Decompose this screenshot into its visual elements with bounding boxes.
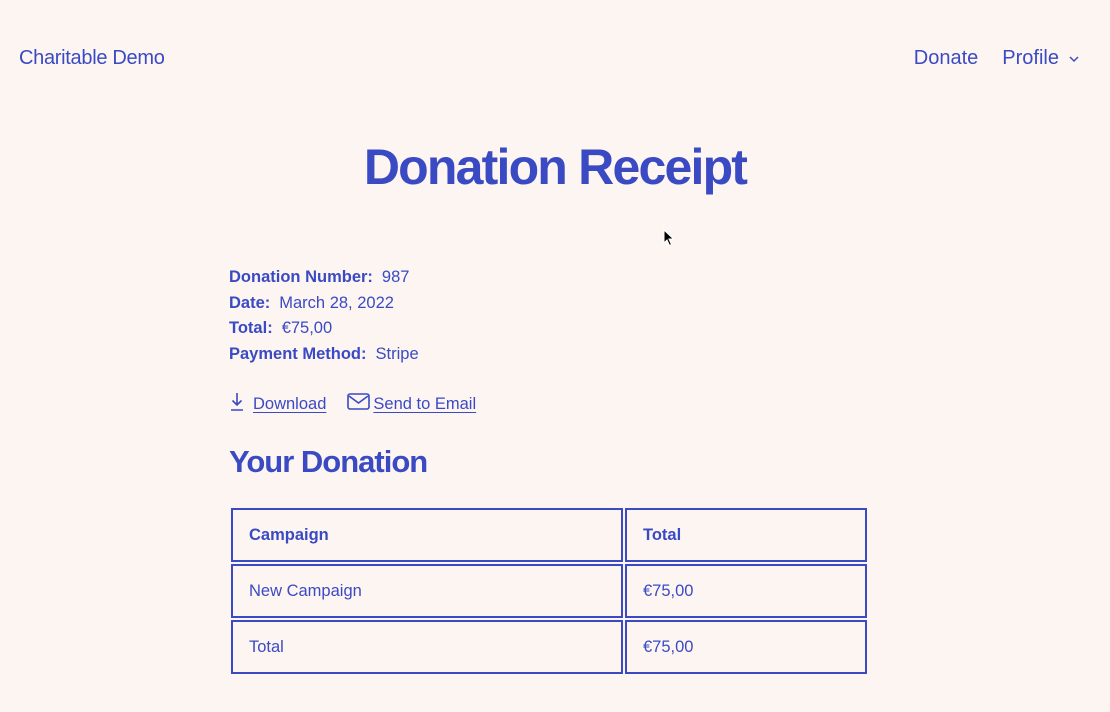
nav-donate-link[interactable]: Donate bbox=[914, 47, 979, 70]
detail-value: €75,00 bbox=[281, 319, 333, 338]
your-donation-heading: Your Donation bbox=[229, 444, 428, 479]
download-label: Download bbox=[253, 395, 327, 413]
detail-total: Total: €75,00 bbox=[229, 316, 419, 342]
detail-donation-number: Donation Number: 987 bbox=[229, 265, 419, 291]
page-title: Donation Receipt bbox=[363, 139, 748, 195]
campaign-cell: New Campaign bbox=[231, 564, 623, 618]
nav-profile-menu[interactable]: Profile bbox=[1002, 47, 1080, 70]
detail-value: Stripe bbox=[375, 344, 419, 363]
total-cell: €75,00 bbox=[625, 564, 867, 618]
primary-nav: Donate Profile bbox=[914, 47, 1080, 70]
detail-label: Total: bbox=[229, 319, 273, 338]
download-link[interactable]: Download bbox=[229, 392, 326, 414]
site-title-link[interactable]: Charitable Demo bbox=[19, 47, 165, 70]
table-row: Total €75,00 bbox=[231, 620, 867, 674]
mouse-pointer-icon bbox=[663, 229, 675, 247]
column-header-total: Total bbox=[625, 508, 867, 562]
detail-label: Date: bbox=[229, 293, 271, 312]
download-icon bbox=[231, 393, 243, 411]
campaign-cell: Total bbox=[231, 620, 623, 674]
send-to-email-link[interactable]: Send to Email bbox=[347, 393, 476, 414]
donation-table: Campaign Total New Campaign €75,00 Total… bbox=[229, 506, 869, 676]
total-cell: €75,00 bbox=[625, 620, 867, 674]
nav-profile-label: Profile bbox=[1002, 47, 1059, 69]
chevron-down-icon bbox=[1069, 55, 1079, 62]
detail-value: 987 bbox=[381, 268, 410, 286]
detail-date: Date: March 28, 2022 bbox=[229, 291, 419, 317]
send-to-email-label: Send to Email bbox=[373, 395, 477, 413]
receipt-details: Donation Number: 987 Date: March 28, 2022 … bbox=[229, 265, 419, 367]
column-header-campaign: Campaign bbox=[231, 508, 623, 562]
detail-payment-method: Payment Method: Stripe bbox=[229, 342, 419, 368]
detail-label: Payment Method: bbox=[229, 344, 367, 363]
table-row: New Campaign €75,00 bbox=[231, 564, 867, 618]
detail-value: March 28, 2022 bbox=[279, 293, 394, 312]
detail-label: Donation Number: bbox=[229, 268, 373, 286]
table-header-row: Campaign Total bbox=[231, 508, 867, 562]
envelope-icon bbox=[347, 393, 371, 410]
receipt-actions: Download Send to Email bbox=[229, 392, 476, 414]
